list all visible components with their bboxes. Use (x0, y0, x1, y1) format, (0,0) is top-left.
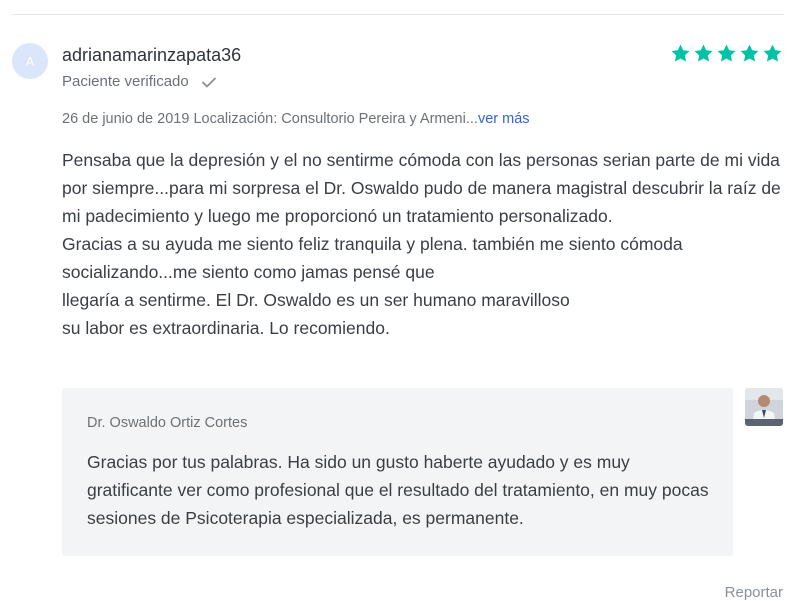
verified-badge: Paciente verificado (62, 73, 217, 90)
reply-author: Dr. Oswaldo Ortiz Cortes (87, 415, 248, 431)
star-icon (694, 44, 713, 62)
location-label: Localización: Consultorio Pereira y Arme… (193, 111, 478, 127)
avatar-initial: A (25, 53, 35, 69)
star-icon (717, 44, 736, 62)
report-link[interactable]: Reportar (725, 584, 783, 601)
star-icon (671, 44, 690, 62)
review-body: Pensaba que la depresión y el no sentirm… (62, 146, 782, 342)
review-meta: 26 de junio de 2019 Localización: Consul… (62, 111, 530, 127)
review-line: llegaría a sentirme. El Dr. Oswaldo es u… (62, 290, 570, 310)
doctor-reply: Dr. Oswaldo Ortiz Cortes Gracias por tus… (62, 388, 733, 556)
doctor-avatar (745, 388, 783, 426)
doctor-photo-icon (745, 388, 783, 426)
reply-body: Gracias por tus palabras. Ha sido un gus… (87, 448, 712, 532)
reply-text: Gracias por tus palabras. Ha sido un gus… (87, 452, 709, 528)
review-date: 26 de junio de 2019 (62, 111, 190, 127)
review-line: Pensaba que la depresión y el no sentirm… (62, 150, 781, 226)
star-rating (670, 43, 783, 64)
see-more-link[interactable]: ver más (478, 111, 530, 127)
star-icon (763, 44, 782, 62)
verified-label: Paciente verificado (62, 73, 189, 90)
star-icon (740, 44, 759, 62)
review-line: Gracias a su ayuda me siento feliz tranq… (62, 234, 683, 282)
top-divider (12, 14, 784, 15)
check-icon (201, 77, 216, 87)
username: adrianamarinzapata36 (62, 45, 242, 65)
avatar: A (12, 43, 48, 79)
review-line: su labor es extraordinaria. Lo recomiend… (62, 318, 390, 338)
